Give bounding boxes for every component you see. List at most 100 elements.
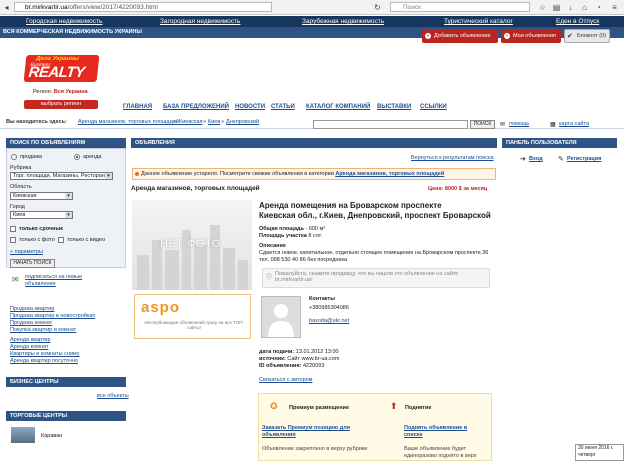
raise-description: Ваше объявление будет единоразово поднят… xyxy=(404,446,477,459)
menu-articles[interactable]: СТАТЬИ xyxy=(271,104,295,110)
contact-email[interactable]: bavoda@ukr.net xyxy=(309,318,349,324)
topnav-vacation[interactable]: Еден в Отпуск xyxy=(556,16,599,27)
add-offer-button[interactable]: + Добавить объявление xyxy=(422,29,498,43)
region-value: Вся Украина xyxy=(53,89,88,95)
site-tagline: ВСЯ КОММЕРЧЕСКАЯ НЕДВИЖИМОСТЬ УКРАИНЫ xyxy=(3,29,142,35)
description-text: Сдается новое, капитальное, отдельно сто… xyxy=(259,250,489,263)
breadcrumb-sep: » xyxy=(221,119,225,125)
link-daily-rent[interactable]: Аренда квартир посуточно xyxy=(10,358,78,364)
menu-home[interactable]: ГЛАВНАЯ xyxy=(123,104,152,110)
list-icon: • xyxy=(504,33,510,39)
logo-brand-text: REALTY xyxy=(27,64,86,81)
reload-icon[interactable]: ↻ xyxy=(373,3,382,12)
select-region-button[interactable]: выбрать регион xyxy=(24,100,98,109)
register-icon: ✎ xyxy=(558,156,564,163)
only-video-label: только с видео xyxy=(67,237,106,243)
warning-link[interactable]: Аренда магазинов, торговых площадей xyxy=(335,171,444,177)
breadcrumb-label: Вы находитесь здесь: xyxy=(6,119,67,125)
link-sale-rooms[interactable]: Продажа комнат xyxy=(10,320,52,326)
params-link[interactable]: » параметры xyxy=(10,249,43,255)
login-link[interactable]: Вход xyxy=(529,156,543,162)
only-urgent-label: только срочные xyxy=(19,226,64,232)
only-video-checkbox[interactable] xyxy=(58,237,64,243)
all-objects-link[interactable]: все объекты xyxy=(97,393,129,399)
user-panel-header: ПАНЕЛЬ ПОЛЬЗОВАТЕЛЯ xyxy=(502,138,617,148)
notepad-label: Блокнот (0) xyxy=(577,33,607,39)
offer-title: Аренда помещения на Броварском проспекте xyxy=(259,201,442,210)
help-link[interactable]: помощь xyxy=(509,121,529,127)
notepad-button[interactable]: ✔ Блокнот (0) xyxy=(564,29,610,43)
add-offer-label: Добавить объявление xyxy=(434,33,491,39)
business-centers-header: БИЗНЕС ЦЕНТРЫ xyxy=(6,377,126,387)
site-logo[interactable]: Дела Украины Business REALTY xyxy=(23,55,100,82)
sitemap-icon: ▦ xyxy=(550,122,556,128)
radio-sale-label: продажа xyxy=(20,154,42,160)
region-select[interactable]: Киевская xyxy=(10,192,73,200)
topnav-country[interactable]: Загородная недвижимость xyxy=(160,16,240,27)
breadcrumb-region[interactable]: Киевская xyxy=(179,119,203,125)
breadcrumb-sep: » xyxy=(203,119,207,125)
premium-link[interactable]: Заказать Премиум позицию для объявления xyxy=(262,425,372,439)
up-arrow-icon: ⬆ xyxy=(390,401,398,411)
premium-title: Премиум размещение xyxy=(289,405,350,411)
breadcrumb-category[interactable]: Аренда магазинов, торговых площадей xyxy=(78,119,179,125)
no-photo-placeholder: НЕТ ФОТО xyxy=(132,200,252,290)
star-icon[interactable]: ☆ xyxy=(538,3,547,12)
subscribe-icon: ✉ xyxy=(12,275,19,284)
site-search-input[interactable] xyxy=(313,120,468,129)
link-buy[interactable]: Покупка квартир и комнат xyxy=(10,327,76,333)
breadcrumb-city[interactable]: Киев xyxy=(208,119,220,125)
aspo-banner[interactable]: aspo Автопубликация объявлений сразу на … xyxy=(134,294,251,339)
menu-links[interactable]: ССЫЛКИ xyxy=(420,104,447,110)
rubric-select[interactable]: Торг. площади, Магазины, Рестораны xyxy=(10,172,113,180)
trade-center-thumbnail[interactable] xyxy=(11,427,35,443)
menu-icon[interactable]: ≡ xyxy=(610,3,619,12)
raise-link[interactable]: Поднять объявление в списке xyxy=(404,425,486,439)
download-icon[interactable]: ↓ xyxy=(566,3,575,12)
info-icon: ⓘ xyxy=(266,275,273,281)
back-arrow-icon[interactable]: ◂ xyxy=(2,3,11,12)
my-offers-button[interactable]: • Мои объявления xyxy=(501,29,561,43)
outdated-warning: Данное объявление устарело. Посмотрите с… xyxy=(132,168,496,180)
link-rent-apartments[interactable]: Аренда квартир xyxy=(10,337,51,343)
radio-sale[interactable] xyxy=(11,154,17,160)
sitemap-link[interactable]: карта сайта xyxy=(559,121,589,127)
clipboard-icon[interactable]: ▤ xyxy=(552,3,561,12)
menu-exhibitions[interactable]: ВЫСТАВКИ xyxy=(377,104,411,110)
link-want-rent[interactable]: Квартиры и комнаты сниму xyxy=(10,351,80,357)
link-sale-new[interactable]: Продажа квартир в новостройках xyxy=(10,313,95,319)
aspo-description: Автопубликация объявлений сразу на все Т… xyxy=(144,320,244,330)
address-bar[interactable]: br.mirkvartir.ua/offers/view/2017/422009… xyxy=(14,2,272,12)
no-photo-text: НЕТ ФОТО xyxy=(160,238,221,250)
breadcrumb-district[interactable]: Днепровский xyxy=(226,119,259,125)
trade-center-name[interactable]: Караван xyxy=(41,433,62,439)
city-select-label: Город xyxy=(10,204,25,210)
link-rent-rooms[interactable]: Аренда комнат xyxy=(10,344,48,350)
menu-company-catalog[interactable]: КАТАЛОГ КОМПАНИЙ xyxy=(306,104,370,110)
login-icon: ➔ xyxy=(520,156,526,163)
menu-news[interactable]: НОВОСТИ xyxy=(235,104,265,110)
subscribe-link[interactable]: подписаться на новые объявления xyxy=(25,274,85,288)
system-clock: 30 июня 2016 г. четверг xyxy=(575,444,624,461)
menu-offers-base[interactable]: БАЗА ПРЕДЛОЖЕНИЙ xyxy=(163,104,229,110)
breadcrumb-sep: » xyxy=(174,119,178,125)
chat-icon[interactable]: ◔ xyxy=(594,3,603,12)
contact-author-link[interactable]: Связаться с автором xyxy=(259,377,312,383)
topnav-city[interactable]: Городская недвижимость xyxy=(26,16,102,27)
only-photo-checkbox[interactable] xyxy=(10,237,16,243)
site-search-button[interactable]: ПОИСК xyxy=(470,120,495,129)
home-icon[interactable]: ⌂ xyxy=(580,3,589,12)
back-to-results-link[interactable]: Вернуться к результатам поиска xyxy=(411,155,494,161)
city-select[interactable]: Киев xyxy=(10,211,73,219)
topnav-abroad[interactable]: Зарубежная недвижимость xyxy=(302,16,384,27)
topnav-tourist[interactable]: Туристический каталог xyxy=(444,16,513,27)
browser-search-input[interactable]: Поиск xyxy=(390,2,530,12)
register-link[interactable]: Регистрация xyxy=(567,156,601,162)
offers-header: ОБЪЯВЛЕНИЯ xyxy=(131,138,497,148)
contact-phone: +380985304086 xyxy=(309,305,349,311)
offer-address: Киевская обл., г.Киев, Днепровский, прос… xyxy=(259,211,491,220)
link-sale-apartments[interactable]: Продажа квартир xyxy=(10,306,54,312)
start-search-button[interactable]: НАЧАТЬ ПОИСК xyxy=(10,259,55,268)
only-urgent-checkbox[interactable] xyxy=(10,226,16,232)
radio-rent[interactable] xyxy=(74,154,80,160)
